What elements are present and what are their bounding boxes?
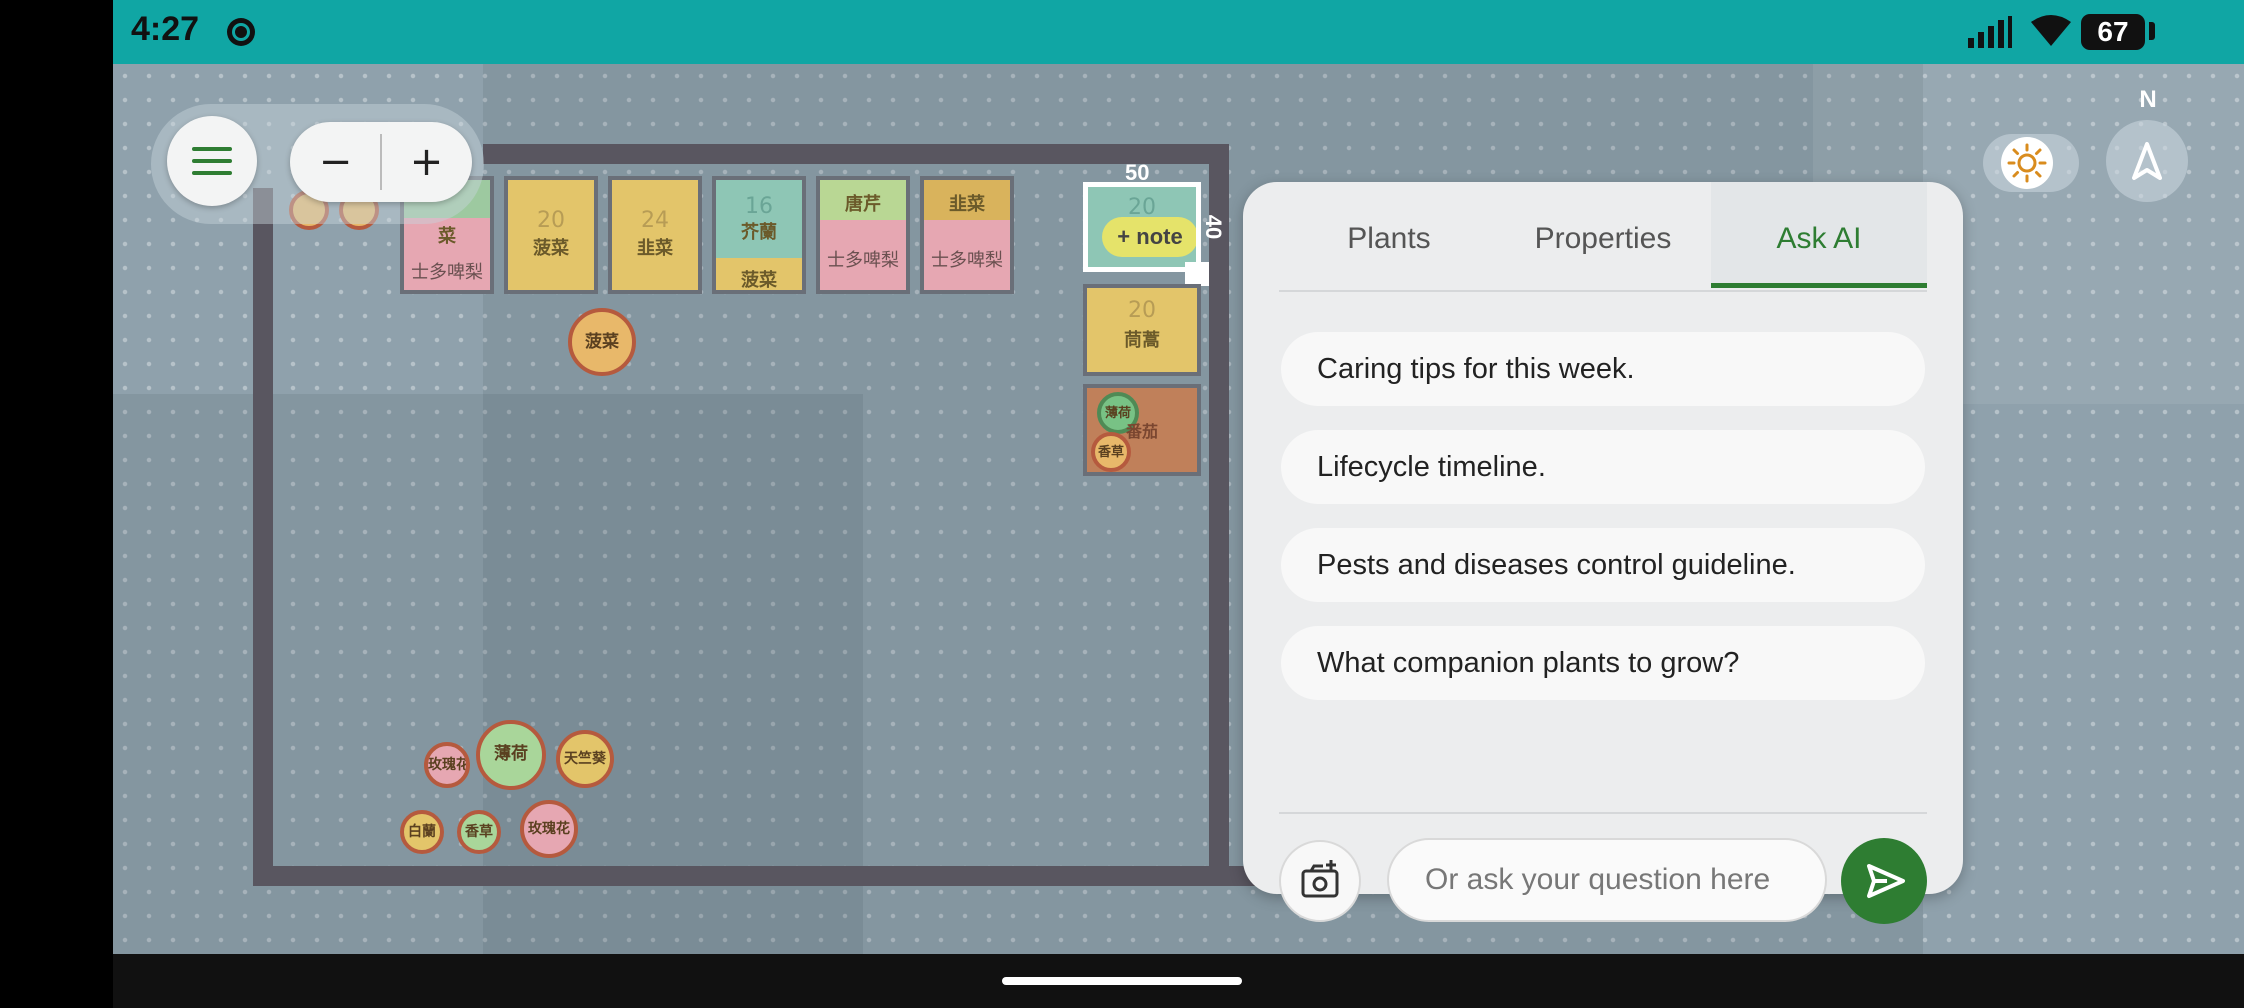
bed-label: 菜 [438,226,456,247]
send-button[interactable] [1841,838,1927,924]
add-note-button[interactable]: + note [1102,217,1196,257]
bed-count: 20 [1128,298,1156,323]
garden-bed[interactable]: 20 茼蒿 [1083,284,1201,376]
status-time: 4:27 [131,10,200,48]
add-photo-camera-icon [1301,860,1339,898]
navigation-arrow-icon [2132,142,2162,180]
bed-label: 菠菜 [741,270,777,291]
suggestion-chip[interactable]: Caring tips for this week. [1281,332,1925,406]
wifi-icon [2031,15,2071,46]
bed-label: 唐芹 [845,194,881,215]
bed-label: 菠菜 [533,238,569,259]
bed-height-label: 40 [1201,214,1227,240]
question-input[interactable] [1387,838,1827,922]
bed-label: 茼蒿 [1124,330,1160,351]
garden-bed[interactable]: 唐芹 士多啤梨 [816,176,910,294]
plant-circle[interactable]: 玫瑰花 [520,800,578,858]
battery-icon: 67 [2081,14,2145,50]
ai-panel: Plants Properties Ask AI Caring tips for… [1243,182,1963,924]
suggestion-chip[interactable]: What companion plants to grow? [1281,626,1925,700]
bed-label: 番茄 [1125,422,1158,441]
bed-label: 韭菜 [949,194,985,215]
panel-tabs: Plants Properties Ask AI [1279,182,1927,292]
plant-circle[interactable]: 菠菜 [568,308,636,376]
bed-count: 20 [537,208,565,233]
selected-garden-bed[interactable]: 20 + note [1083,182,1201,272]
zoom-in-button[interactable]: + [381,122,472,202]
garden-wall-top-right [1081,144,1229,164]
plant-circle[interactable]: 天竺葵 [556,730,614,788]
hamburger-menu-icon [192,147,232,175]
tab-properties[interactable]: Properties [1503,182,1703,288]
plant-circle[interactable]: 玫瑰花 [424,742,470,788]
garden-bed[interactable]: 20 菠菜 [504,176,598,294]
phone-screen: 4:27 67 菜 士多啤梨 20 菠菜 24 韭菜 16 芥蘭 菠菜 唐芹 士… [113,0,2244,1008]
zoom-controls: − + [290,122,472,202]
garden-wall-bottom [253,866,1263,886]
menu-button[interactable] [167,116,257,206]
bed-count: 24 [641,208,669,233]
garden-bed[interactable]: 韭菜 士多啤梨 [920,176,1014,294]
theme-toggle-knob[interactable] [2001,137,2053,189]
bed-label: 士多啤梨 [411,262,483,283]
compass-north-label: N [2139,86,2157,113]
battery-tip [2149,22,2155,40]
garden-wall-right [1209,144,1229,886]
plant-circle[interactable]: 薄荷 [476,720,546,790]
home-indicator[interactable] [1002,977,1242,985]
bed-label: 芥蘭 [741,222,777,243]
signal-icon [1968,16,2012,48]
panel-divider [1279,812,1927,814]
garden-bed[interactable]: 薄荷 香草 番茄 [1083,384,1201,476]
plant-circle[interactable]: 白蘭 [400,810,444,854]
garden-bed[interactable]: 16 芥蘭 菠菜 [712,176,806,294]
garden-canvas[interactable]: 菜 士多啤梨 20 菠菜 24 韭菜 16 芥蘭 菠菜 唐芹 士多啤梨 韭菜 士… [113,64,2244,954]
chat-bubble-icon [227,18,255,46]
bed-width-label: 50 [1125,160,1150,185]
suggestion-chip[interactable]: Pests and diseases control guideline. [1281,528,1925,602]
plant-circle[interactable]: 香草 [457,810,501,854]
garden-wall-top [483,144,1125,164]
bed-label: 士多啤梨 [931,250,1003,271]
garden-bed[interactable]: 24 韭菜 [608,176,702,294]
bed-label: 士多啤梨 [827,250,899,271]
bed-label: 韭菜 [637,238,673,259]
zoom-out-button[interactable]: − [290,122,381,202]
send-icon [1867,864,1905,898]
suggestion-chip[interactable]: Lifecycle timeline. [1281,430,1925,504]
sun-icon [2007,143,2047,183]
garden-wall-left [253,188,273,886]
tab-ask-ai[interactable]: Ask AI [1711,182,1927,288]
bed-count: 16 [745,194,773,219]
tab-plants[interactable]: Plants [1289,182,1489,288]
camera-button[interactable] [1279,840,1361,922]
status-bar: 4:27 67 [113,0,2244,64]
compass-button[interactable] [2106,120,2188,202]
resize-handle[interactable] [1185,262,1209,286]
